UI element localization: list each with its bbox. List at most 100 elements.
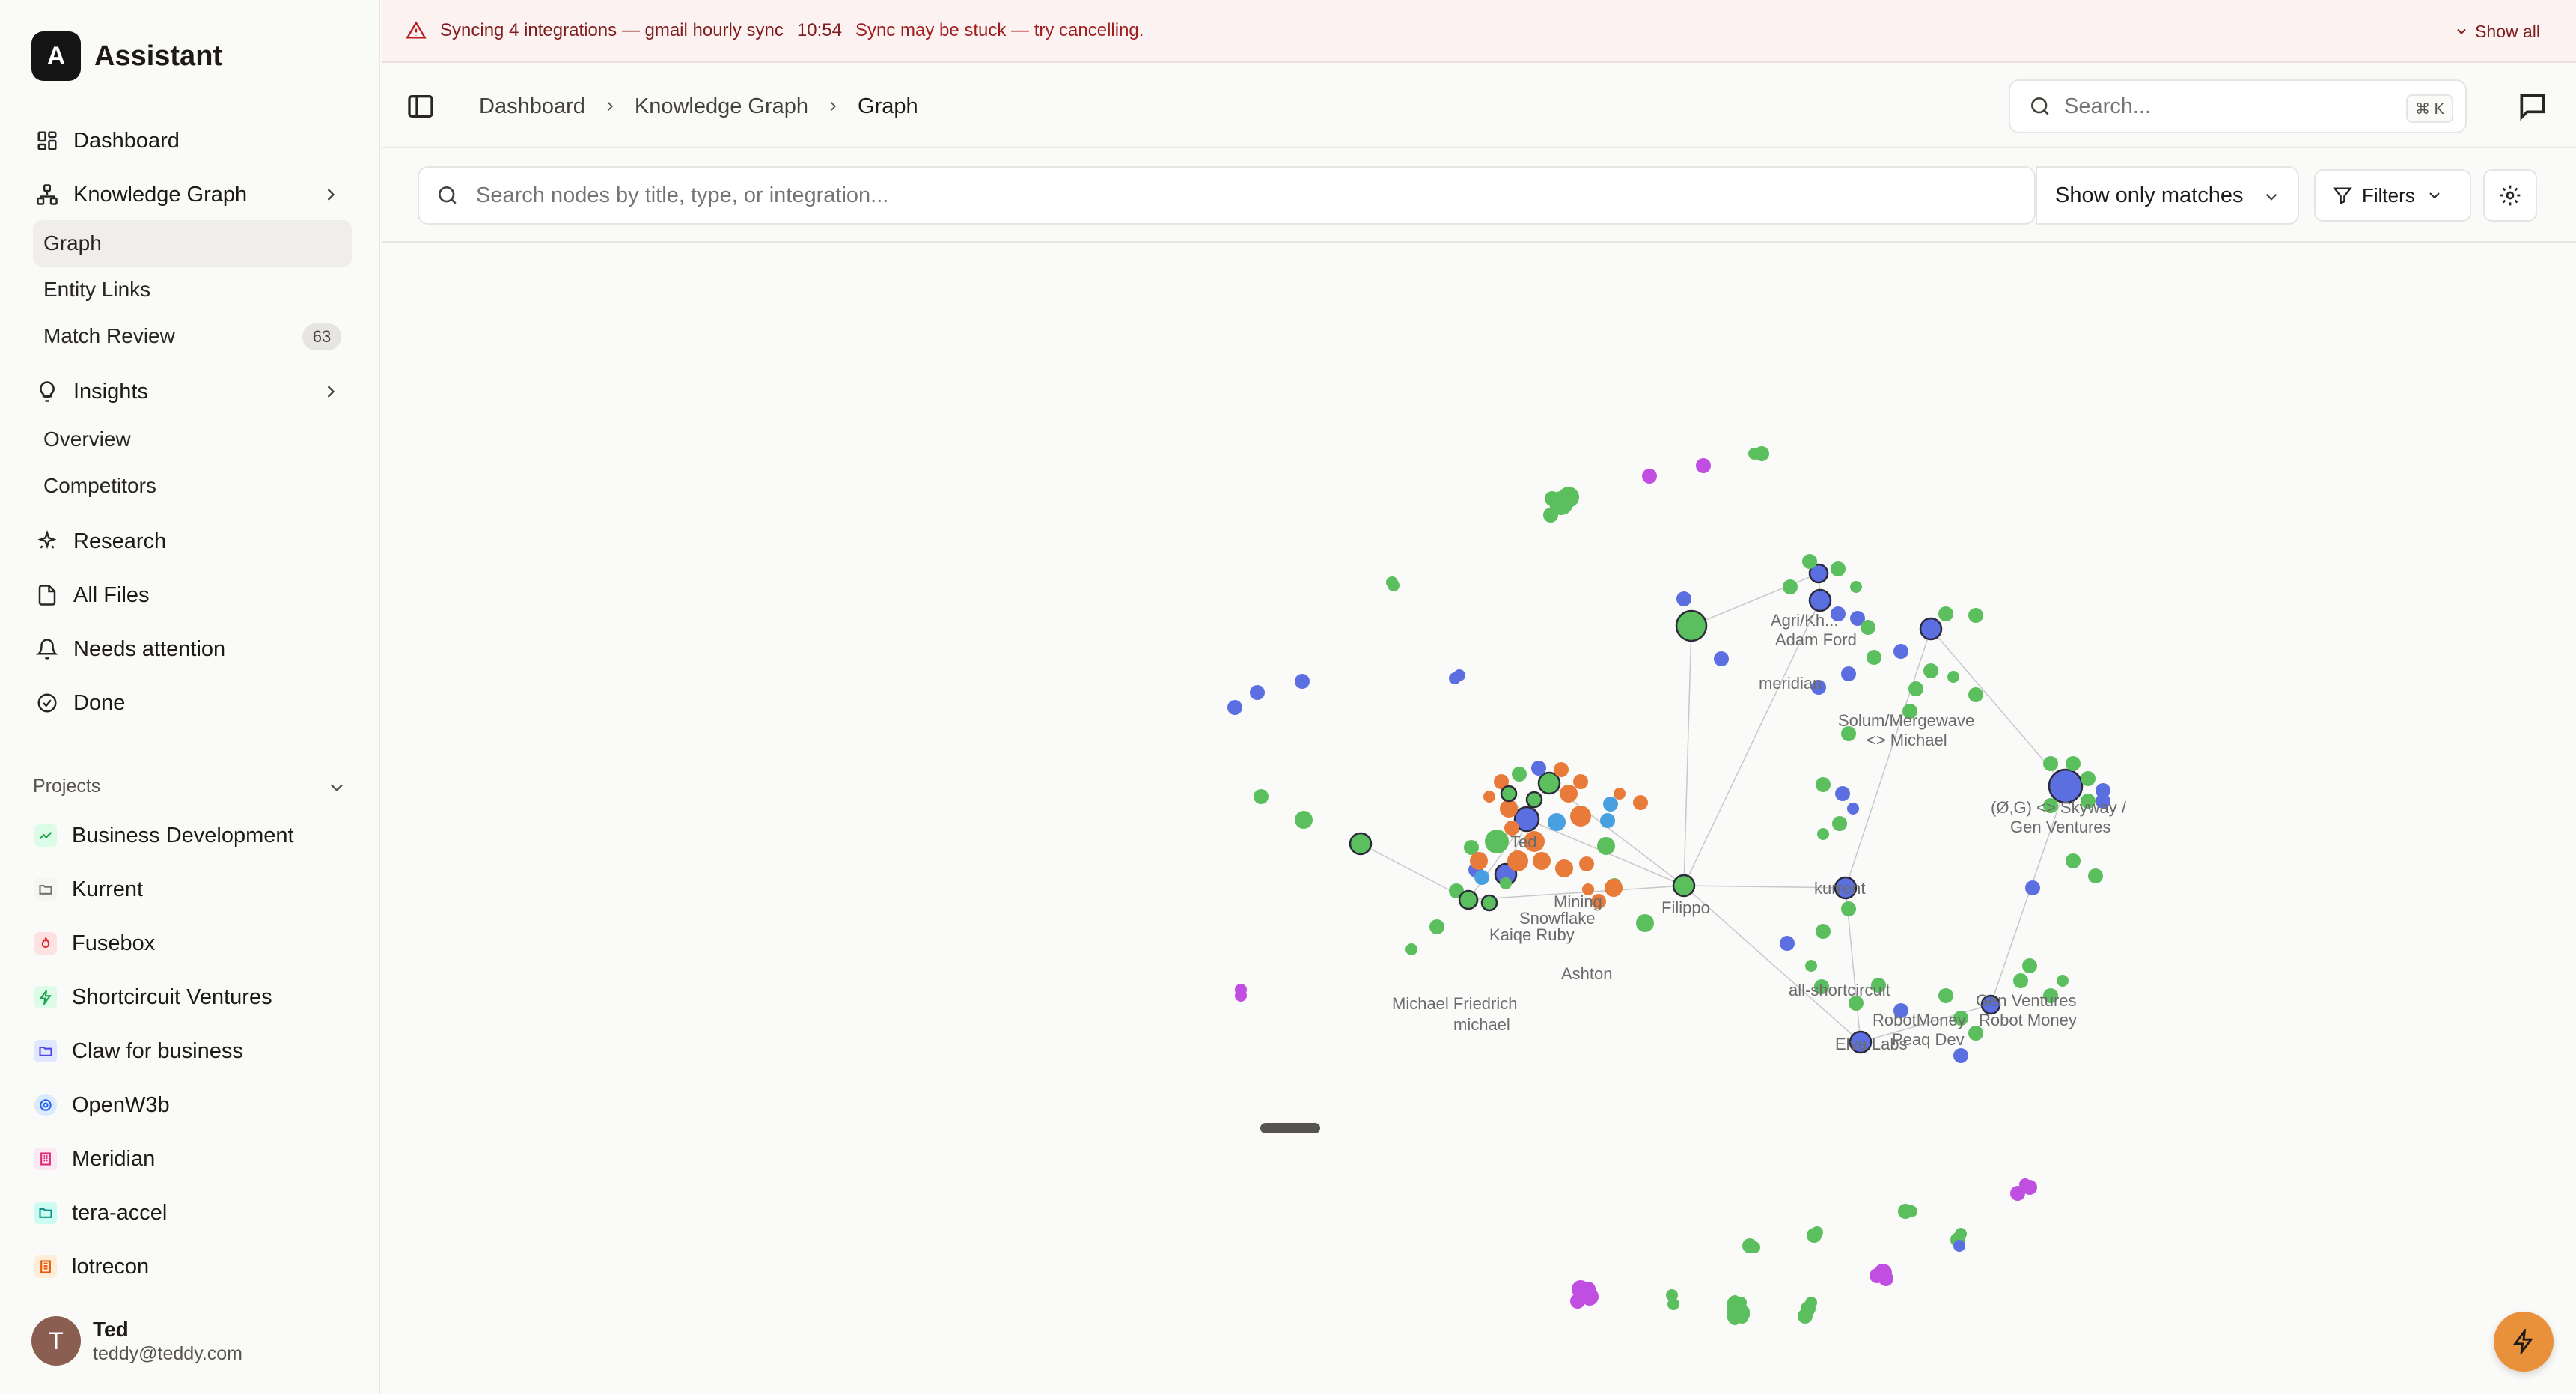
nav-all-files[interactable]: All Files — [27, 568, 352, 622]
graph-node[interactable] — [1832, 816, 1847, 831]
graph-node[interactable] — [1533, 852, 1551, 870]
graph-node[interactable] — [2066, 756, 2081, 771]
graph-node[interactable] — [1667, 1298, 1679, 1310]
graph-node[interactable] — [1633, 795, 1648, 810]
nav-dashboard[interactable]: Dashboard — [27, 114, 352, 168]
graph-node[interactable] — [1485, 830, 1509, 853]
nav-insights[interactable]: Insights — [27, 365, 352, 418]
graph-node[interactable] — [1500, 800, 1518, 818]
graph-node[interactable] — [1603, 797, 1618, 812]
resize-handle[interactable] — [1260, 1123, 1320, 1133]
project-lotrecon[interactable]: lotrecon — [27, 1240, 352, 1294]
graph-node[interactable] — [2081, 771, 2096, 786]
graph-node[interactable] — [1850, 581, 1862, 593]
graph-node[interactable] — [1923, 663, 1938, 678]
graph-node[interactable] — [1250, 685, 1265, 700]
graph-node[interactable] — [1458, 889, 1479, 910]
project-openw3b[interactable]: OpenW3b — [27, 1078, 352, 1132]
graph-node[interactable] — [1816, 924, 1831, 939]
graph-node[interactable] — [1605, 879, 1623, 897]
graph-node[interactable] — [1736, 1306, 1748, 1318]
graph-node[interactable] — [1474, 870, 1489, 885]
graph-node[interactable] — [1783, 579, 1798, 594]
graph-node[interactable] — [1953, 1048, 1968, 1063]
graph-node[interactable] — [1893, 644, 1908, 659]
user-profile[interactable]: T Ted teddy@teddy.com — [31, 1316, 242, 1366]
node-search[interactable] — [418, 166, 2036, 225]
graph-node[interactable] — [1780, 936, 1795, 951]
graph-node[interactable] — [2057, 975, 2069, 987]
graph-node[interactable] — [1453, 669, 1465, 681]
chat-icon[interactable] — [2516, 90, 2549, 123]
nav-done[interactable]: Done — [27, 676, 352, 730]
graph-node[interactable] — [1480, 894, 1498, 912]
graph-node[interactable] — [1614, 788, 1626, 800]
project-business-development[interactable]: Business Development — [27, 809, 352, 862]
graph-node[interactable] — [1579, 856, 1594, 871]
graph-node[interactable] — [1525, 791, 1543, 809]
global-search-input[interactable] — [2064, 94, 2393, 119]
graph-node[interactable] — [1805, 1297, 1817, 1309]
graph-node[interactable] — [1560, 785, 1578, 803]
graph-node[interactable] — [1841, 901, 1856, 916]
node-search-input[interactable] — [476, 183, 1898, 208]
graph-node[interactable] — [1531, 761, 1546, 776]
graph-node[interactable] — [1386, 576, 1398, 588]
global-search[interactable]: ⌘ K — [2009, 79, 2467, 133]
project-claw-for-business[interactable]: Claw for business — [27, 1024, 352, 1078]
graph-node[interactable] — [1831, 561, 1846, 576]
chevron-right-icon[interactable] — [320, 184, 341, 205]
graph-node[interactable] — [1500, 877, 1512, 889]
graph-node[interactable] — [1543, 508, 1558, 523]
graph-node[interactable] — [1429, 919, 1444, 934]
graph-node[interactable] — [1295, 674, 1310, 689]
project-fusebox[interactable]: Fusebox — [27, 916, 352, 970]
graph-node[interactable] — [2022, 958, 2037, 973]
graph-node[interactable] — [1227, 700, 1242, 715]
graph-node[interactable] — [1636, 914, 1654, 932]
graph-node[interactable] — [1672, 874, 1696, 898]
graph-node[interactable] — [1349, 832, 1373, 856]
graph-node[interactable] — [1817, 828, 1829, 840]
sidebar-item-match-review[interactable]: Match Review 63 — [33, 313, 352, 359]
graph-node[interactable] — [1696, 458, 1711, 473]
graph-node[interactable] — [1811, 1226, 1823, 1238]
breadcrumb-dashboard[interactable]: Dashboard — [479, 94, 585, 119]
nav-knowledge-graph[interactable]: Knowledge Graph — [27, 168, 352, 222]
show-all-button[interactable]: Show all — [2454, 0, 2540, 63]
chevron-right-icon[interactable] — [320, 381, 341, 402]
graph-node[interactable] — [1816, 777, 1831, 792]
project-meridian[interactable]: Meridian — [27, 1132, 352, 1186]
graph-node[interactable] — [1600, 813, 1615, 828]
graph-node[interactable] — [1554, 762, 1569, 777]
graph-node[interactable] — [1835, 786, 1850, 801]
graph-node[interactable] — [1748, 1241, 1760, 1253]
project-kurrent[interactable]: Kurrent — [27, 862, 352, 916]
graph-node[interactable] — [1558, 487, 1579, 508]
graph-node[interactable] — [1254, 789, 1269, 804]
nav-needs-attention[interactable]: Needs attention — [27, 622, 352, 676]
graph-node[interactable] — [1512, 767, 1527, 782]
graph-node[interactable] — [1570, 1294, 1585, 1309]
graph-node[interactable] — [2025, 880, 2040, 895]
filters-button[interactable]: Filters — [2314, 169, 2471, 222]
graph-node[interactable] — [2019, 1178, 2031, 1190]
graph-node[interactable] — [1405, 943, 1417, 955]
graph-node[interactable] — [1908, 681, 1923, 696]
graph-node[interactable] — [1938, 988, 1953, 1003]
graph-node[interactable] — [1805, 960, 1817, 972]
project-shortcircuit-ventures[interactable]: Shortcircuit Ventures — [27, 970, 352, 1024]
graph-node[interactable] — [1802, 554, 1817, 569]
nav-research[interactable]: Research — [27, 514, 352, 568]
graph-node[interactable] — [1500, 785, 1518, 803]
sidebar-item-entity-links[interactable]: Entity Links — [33, 267, 352, 313]
graph-node[interactable] — [1295, 811, 1313, 829]
match-mode-select[interactable]: Show only matches — [2036, 166, 2299, 225]
brand[interactable]: A Assistant — [31, 31, 222, 81]
graph-node[interactable] — [1861, 620, 1875, 635]
graph-node[interactable] — [1847, 803, 1859, 815]
graph-node[interactable] — [1905, 1205, 1917, 1217]
graph-node[interactable] — [1676, 591, 1691, 606]
graph-node[interactable] — [2043, 756, 2058, 771]
graph-node[interactable] — [1878, 1271, 1893, 1286]
